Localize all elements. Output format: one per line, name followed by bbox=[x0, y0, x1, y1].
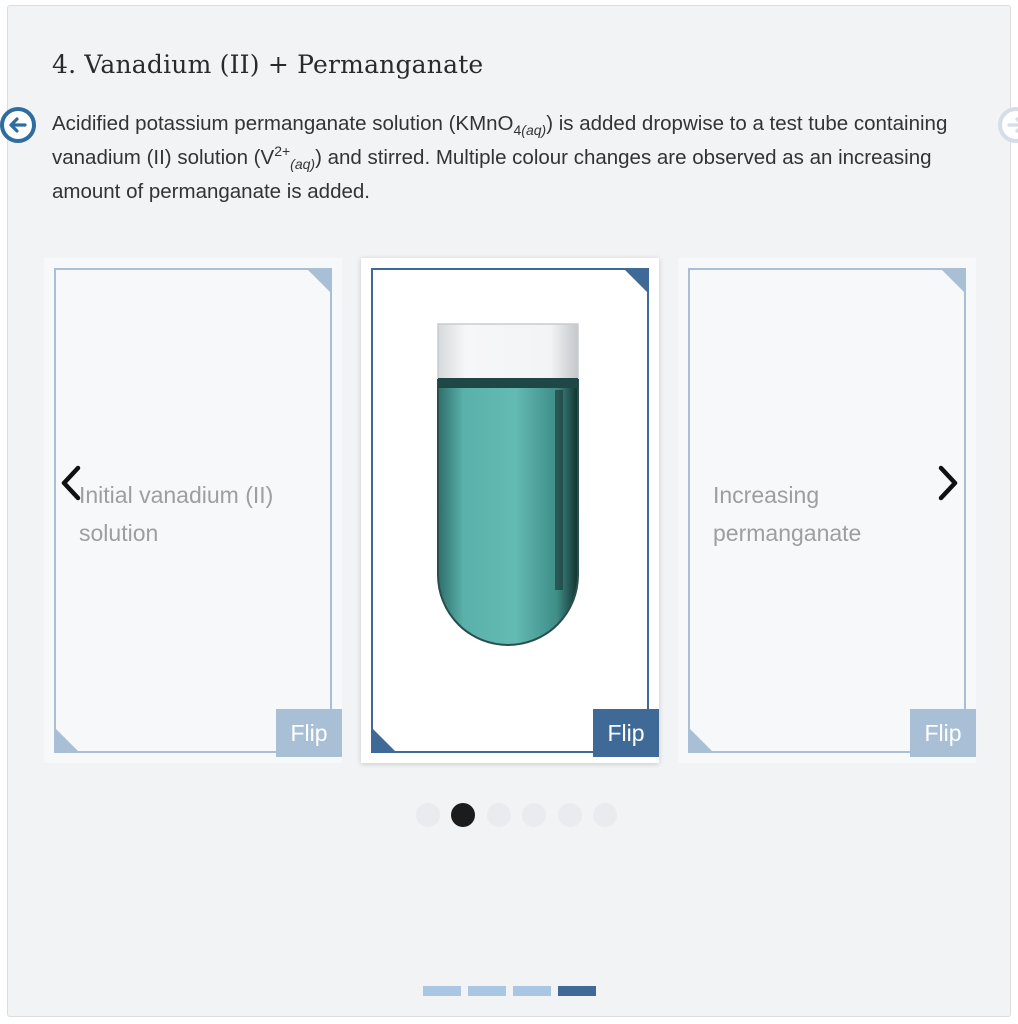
chevron-right-icon bbox=[938, 465, 958, 501]
progress-segment[interactable] bbox=[468, 986, 506, 996]
card-initial-solution[interactable]: Initial vanadium (II) solution Flip bbox=[44, 258, 342, 763]
card-label: Initial vanadium (II) solution bbox=[79, 482, 274, 546]
chevron-left-icon bbox=[61, 465, 81, 501]
corner-decoration bbox=[371, 727, 397, 753]
page-title: 4. Vanadium (II) + Permanganate bbox=[52, 50, 484, 79]
description-text: Acidified potassium permanganate solutio… bbox=[52, 107, 987, 209]
previous-page-button[interactable] bbox=[0, 107, 36, 143]
corner-decoration bbox=[54, 727, 80, 753]
description-part-1: Acidified potassium permanganate solutio… bbox=[52, 112, 514, 135]
carousel-prev-button[interactable] bbox=[58, 464, 86, 502]
subscript-aq: (aq) bbox=[290, 156, 316, 173]
carousel-dot[interactable] bbox=[522, 803, 546, 827]
test-tube-image bbox=[437, 323, 579, 646]
subscript-4: 4(aq) bbox=[513, 122, 547, 139]
corner-decoration bbox=[306, 268, 332, 294]
corner-decoration bbox=[940, 268, 966, 294]
corner-decoration bbox=[623, 268, 649, 294]
card-label: Increasing permanganate bbox=[713, 482, 862, 546]
carousel-dot[interactable] bbox=[558, 803, 582, 827]
carousel-dot-active[interactable] bbox=[451, 803, 475, 827]
next-page-button[interactable] bbox=[998, 107, 1018, 143]
carousel-dot[interactable] bbox=[593, 803, 617, 827]
carousel-dot[interactable] bbox=[416, 803, 440, 827]
carousel-dot[interactable] bbox=[487, 803, 511, 827]
card-test-tube[interactable]: Flip bbox=[361, 258, 659, 763]
arrow-left-icon bbox=[9, 117, 27, 133]
corner-decoration bbox=[688, 727, 714, 753]
card-increasing-permanganate[interactable]: Increasing permanganate Flip bbox=[678, 258, 976, 763]
arrow-right-icon bbox=[1007, 117, 1018, 133]
flip-button[interactable]: Flip bbox=[593, 709, 659, 757]
progress-segment[interactable] bbox=[423, 986, 461, 996]
progress-segment-active[interactable] bbox=[558, 986, 596, 996]
flip-button[interactable]: Flip bbox=[910, 709, 976, 757]
superscript-charge: 2+ bbox=[274, 143, 291, 160]
carousel-next-button[interactable] bbox=[933, 464, 961, 502]
progress-segment[interactable] bbox=[513, 986, 551, 996]
flip-button[interactable]: Flip bbox=[276, 709, 342, 757]
content-panel: 4. Vanadium (II) + Permanganate Acidifie… bbox=[0, 5, 1018, 1017]
